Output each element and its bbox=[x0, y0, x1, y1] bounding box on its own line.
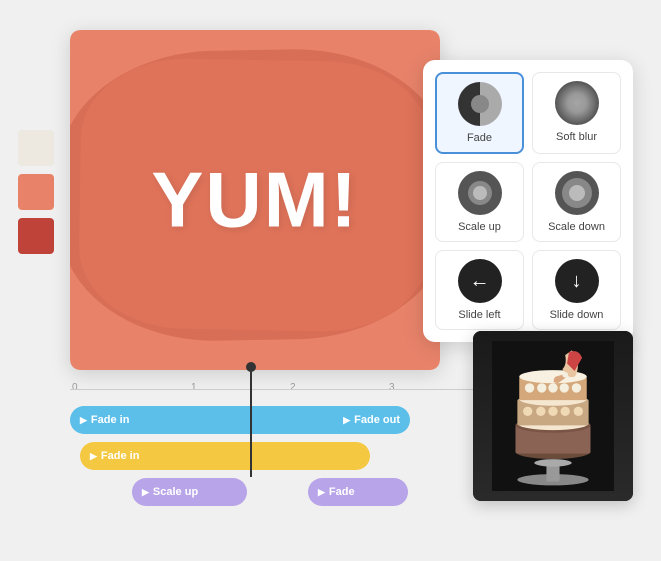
track3a-label: ▶ Scale up bbox=[142, 486, 198, 498]
track3a-icon: ▶ bbox=[142, 487, 149, 498]
track-bar-purple-scale[interactable]: ▶ Scale up bbox=[132, 478, 247, 506]
track-bar-orange[interactable]: ▶ Fade in bbox=[80, 442, 370, 470]
timeline-area: 0 1 2 3 ▶ Fade in bbox=[70, 375, 490, 507]
cake-svg bbox=[488, 341, 618, 491]
track1-end-label: ▶ Fade out bbox=[343, 414, 400, 426]
slideleft-icon: ← bbox=[458, 259, 502, 303]
track-row-3: ▶ Scale up ▶ Fade bbox=[70, 477, 490, 507]
track1-end-icon: ▶ bbox=[343, 415, 350, 426]
track-row-1: ▶ Fade in ▶ Fade out bbox=[70, 405, 490, 435]
slide-canvas: YUM! bbox=[70, 30, 440, 370]
track-bar-purple-fade[interactable]: ▶ Fade bbox=[308, 478, 408, 506]
scaledown-icon bbox=[555, 171, 599, 215]
anim-item-slideleft[interactable]: ← Slide left bbox=[435, 250, 524, 330]
timeline-ruler: 0 1 2 3 bbox=[70, 375, 490, 399]
anim-item-softblur[interactable]: Soft blur bbox=[532, 72, 621, 154]
main-container: YUM! 0 1 2 3 bbox=[0, 0, 661, 561]
anim-softblur-label: Soft blur bbox=[556, 131, 597, 143]
track1-start-icon: ▶ bbox=[80, 415, 87, 426]
playhead-circle bbox=[246, 362, 256, 372]
anim-scaleup-label: Scale up bbox=[458, 221, 501, 233]
animation-panel: Fade Soft blur Scale up bbox=[423, 60, 633, 342]
fade-icon bbox=[458, 82, 502, 126]
anim-item-fade[interactable]: Fade bbox=[435, 72, 524, 154]
swatch-salmon[interactable] bbox=[18, 174, 54, 210]
track3b-icon: ▶ bbox=[318, 487, 325, 498]
slidedown-icon: ↓ bbox=[555, 259, 599, 303]
anim-slidedown-label: Slide down bbox=[550, 309, 604, 321]
anim-item-slidedown[interactable]: ↓ Slide down bbox=[532, 250, 621, 330]
cake-image bbox=[473, 331, 633, 501]
track-bar-blue[interactable]: ▶ Fade in ▶ Fade out bbox=[70, 406, 410, 434]
swatch-cream[interactable] bbox=[18, 130, 54, 166]
track1-start-label: ▶ Fade in bbox=[80, 414, 129, 426]
cake-visual bbox=[473, 331, 633, 501]
color-swatches bbox=[18, 130, 54, 254]
anim-item-scaledown[interactable]: Scale down bbox=[532, 162, 621, 242]
anim-item-scaleup[interactable]: Scale up bbox=[435, 162, 524, 242]
anim-scaledown-label: Scale down bbox=[548, 221, 605, 233]
timeline-tracks: ▶ Fade in ▶ Fade out ▶ Fade in bbox=[70, 405, 490, 507]
track-row-2: ▶ Fade in bbox=[70, 441, 490, 471]
swatch-red[interactable] bbox=[18, 218, 54, 254]
track2-start-label: ▶ Fade in bbox=[90, 450, 139, 462]
track3b-label: ▶ Fade bbox=[318, 486, 355, 498]
softblur-icon bbox=[555, 81, 599, 125]
anim-slideleft-label: Slide left bbox=[458, 309, 500, 321]
timeline-playhead[interactable] bbox=[250, 367, 252, 477]
animation-grid: Fade Soft blur Scale up bbox=[435, 72, 621, 330]
scaleup-icon bbox=[458, 171, 502, 215]
track2-start-icon: ▶ bbox=[90, 451, 97, 462]
anim-fade-label: Fade bbox=[467, 132, 492, 144]
slide-yum-text: YUM! bbox=[151, 155, 358, 246]
